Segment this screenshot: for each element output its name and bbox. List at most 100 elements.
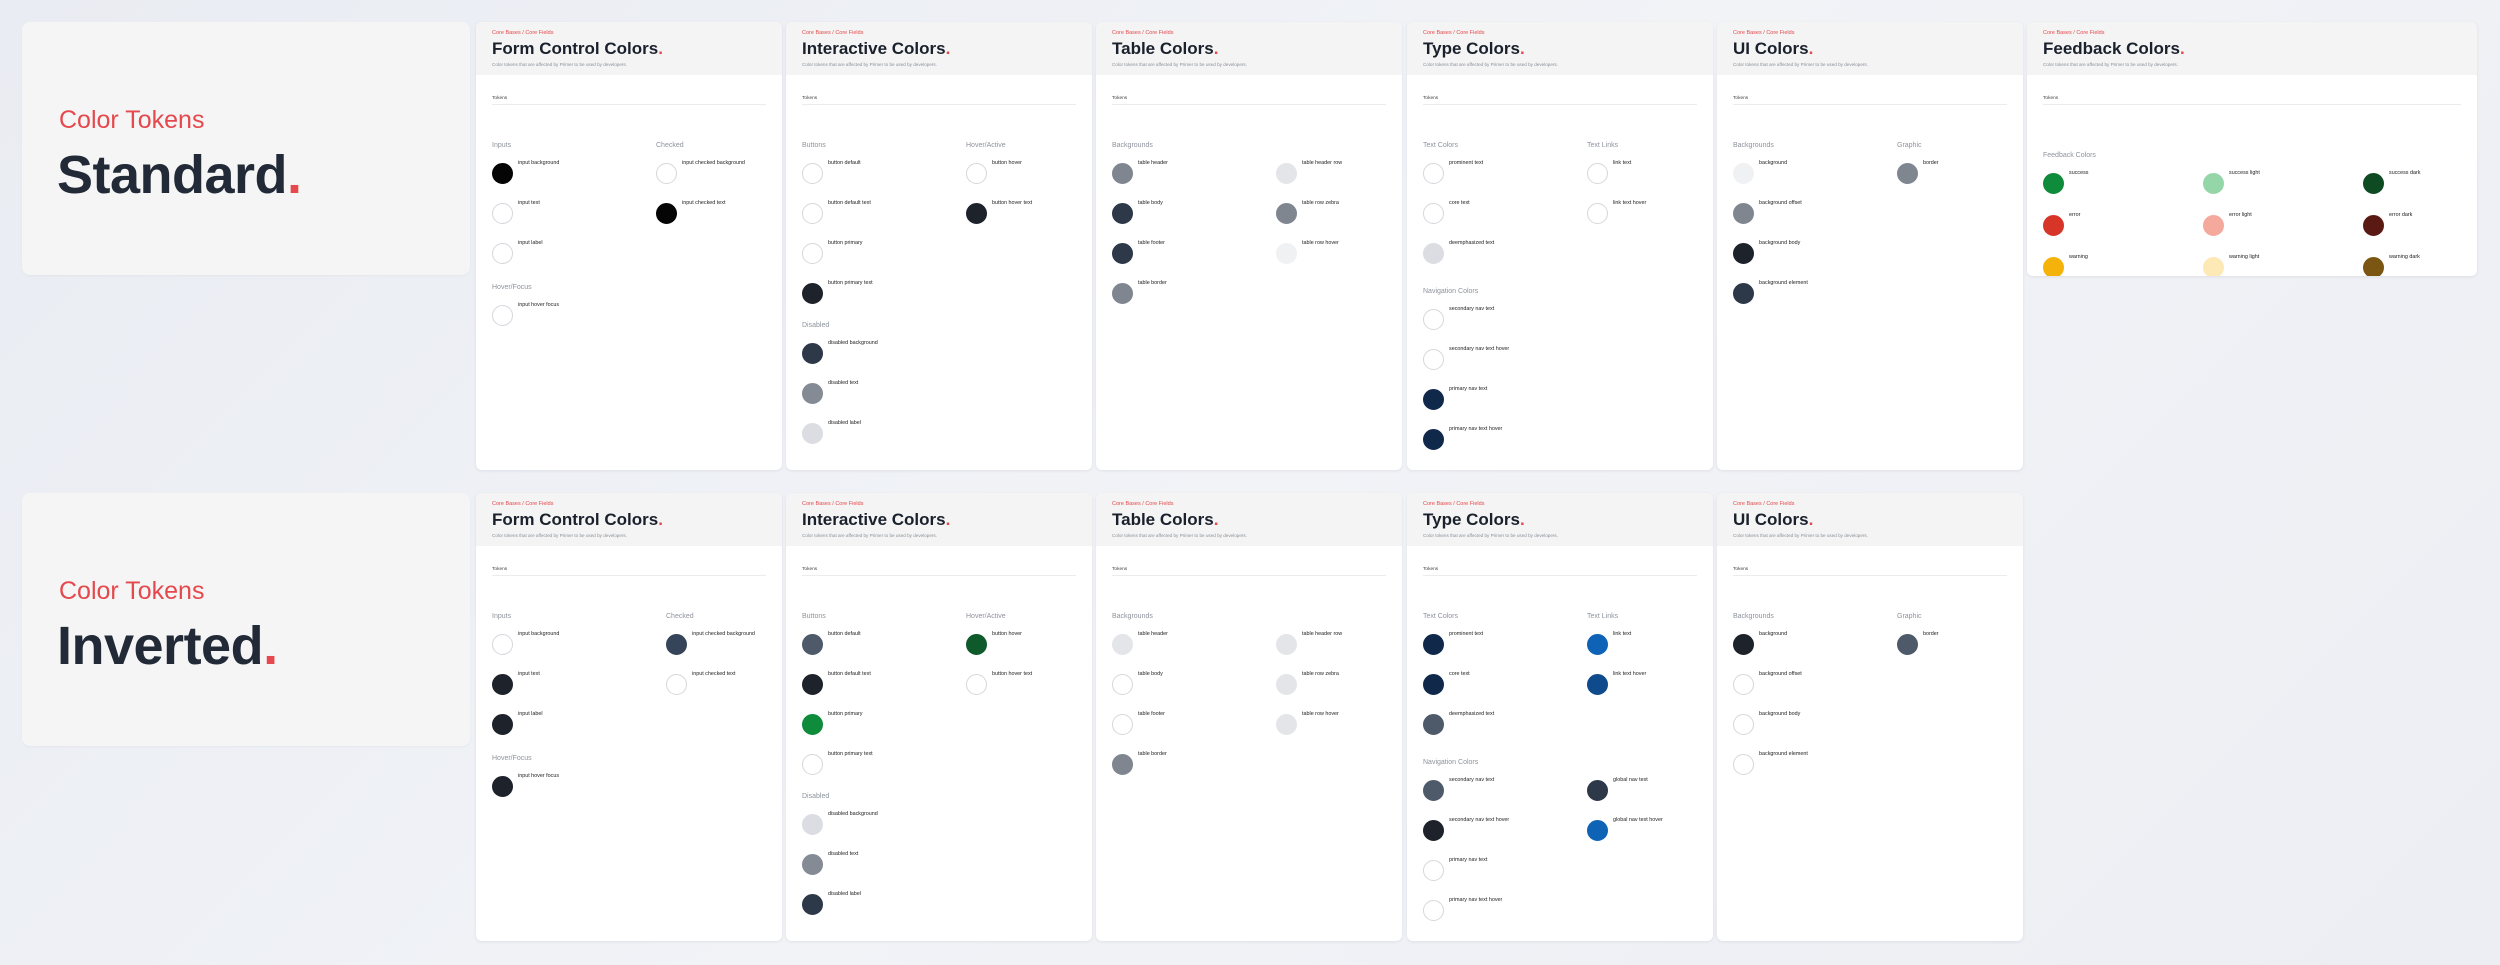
card-title: UI Colors. bbox=[1733, 39, 2007, 59]
card-title-text: Interactive Colors bbox=[802, 510, 946, 529]
token-item: background offset bbox=[1733, 200, 1883, 232]
token-item: table row zebra bbox=[1276, 671, 1402, 703]
accent-dot: . bbox=[1213, 39, 1219, 58]
section-label: Hover/Active bbox=[966, 142, 1006, 149]
color-swatch bbox=[492, 305, 513, 326]
color-swatch bbox=[802, 814, 823, 835]
token-item: prominent text bbox=[1423, 631, 1573, 663]
token-name: button default bbox=[828, 631, 861, 637]
tab-tokens[interactable]: Tokens bbox=[1733, 96, 1748, 101]
hero-standard: Color Tokens Standard. bbox=[22, 22, 470, 275]
breadcrumb[interactable]: Core Bases / Core Fields bbox=[802, 30, 1076, 36]
token-name: error bbox=[2069, 212, 2081, 218]
accent-dot: . bbox=[945, 39, 951, 58]
token-item: success dark bbox=[2363, 170, 2477, 202]
token-name: link text bbox=[1613, 631, 1632, 637]
token-name: secondary nav text hover bbox=[1449, 346, 1510, 352]
token-card: Core Bases / Core Fields Form Control Col… bbox=[476, 493, 782, 941]
token-name: background offset bbox=[1759, 671, 1802, 677]
tab-tokens[interactable]: Tokens bbox=[1112, 567, 1127, 572]
color-swatch bbox=[1423, 163, 1444, 184]
token-item: button hover bbox=[966, 631, 1092, 663]
color-swatch bbox=[1733, 163, 1754, 184]
section-label: Navigation Colors bbox=[1423, 288, 1479, 295]
token-item: button primary bbox=[802, 711, 952, 743]
tab-tokens[interactable]: Tokens bbox=[1423, 567, 1438, 572]
card-title: Table Colors. bbox=[1112, 39, 1386, 59]
token-name: primary nav text hover bbox=[1449, 426, 1503, 432]
card-subtitle: Color tokens that are affected by Primer… bbox=[1733, 62, 1868, 67]
token-item: button hover text bbox=[966, 671, 1092, 703]
token-item: disabled text bbox=[802, 851, 952, 883]
token-name: input checked background bbox=[682, 160, 745, 166]
token-item: disabled text bbox=[802, 380, 952, 412]
color-swatch bbox=[802, 163, 823, 184]
color-swatch bbox=[1276, 714, 1297, 735]
breadcrumb[interactable]: Core Bases / Core Fields bbox=[1733, 501, 2007, 507]
card-title: Form Control Colors. bbox=[492, 510, 766, 530]
token-item: background offset bbox=[1733, 671, 1883, 703]
tab-tokens[interactable]: Tokens bbox=[802, 96, 817, 101]
tab-tokens[interactable]: Tokens bbox=[1112, 96, 1127, 101]
color-swatch bbox=[1276, 203, 1297, 224]
card-header: Core Bases / Core Fields Feedback Colors.… bbox=[2027, 22, 2477, 75]
breadcrumb[interactable]: Core Bases / Core Fields bbox=[802, 501, 1076, 507]
color-swatch bbox=[1276, 243, 1297, 264]
tab-tokens[interactable]: Tokens bbox=[2043, 96, 2058, 101]
token-name: input checked background bbox=[692, 631, 755, 637]
color-swatch bbox=[1423, 389, 1444, 410]
card-title: UI Colors. bbox=[1733, 510, 2007, 530]
color-swatch bbox=[1587, 163, 1608, 184]
token-name: success dark bbox=[2389, 170, 2421, 176]
token-item: warning bbox=[2043, 254, 2193, 276]
tab-tokens[interactable]: Tokens bbox=[492, 567, 507, 572]
breadcrumb[interactable]: Core Bases / Core Fields bbox=[1112, 501, 1386, 507]
breadcrumb[interactable]: Core Bases / Core Fields bbox=[492, 501, 766, 507]
token-item: disabled background bbox=[802, 811, 952, 843]
token-name: button primary bbox=[828, 711, 863, 717]
token-item: table footer bbox=[1112, 711, 1262, 743]
token-name: success bbox=[2069, 170, 2089, 176]
token-name: background bbox=[1759, 160, 1788, 166]
tab-tokens[interactable]: Tokens bbox=[1733, 567, 1748, 572]
token-name: background bbox=[1759, 631, 1788, 637]
token-name: warning dark bbox=[2389, 254, 2420, 260]
tab-tokens[interactable]: Tokens bbox=[802, 567, 817, 572]
breadcrumb[interactable]: Core Bases / Core Fields bbox=[1423, 30, 1697, 36]
card-subtitle: Color tokens that are affected by Primer… bbox=[802, 533, 937, 538]
breadcrumb[interactable]: Core Bases / Core Fields bbox=[1423, 501, 1697, 507]
token-card: Core Bases / Core Fields UI Colors. Color … bbox=[1717, 493, 2023, 941]
breadcrumb[interactable]: Core Bases / Core Fields bbox=[1112, 30, 1386, 36]
color-swatch bbox=[966, 163, 987, 184]
tab-tokens[interactable]: Tokens bbox=[492, 96, 507, 101]
token-name: error light bbox=[2229, 212, 2252, 218]
token-item: success bbox=[2043, 170, 2193, 202]
token-item: table header bbox=[1112, 160, 1262, 192]
color-swatch bbox=[802, 754, 823, 775]
breadcrumb[interactable]: Core Bases / Core Fields bbox=[1733, 30, 2007, 36]
color-swatch bbox=[1423, 429, 1444, 450]
token-name: disabled text bbox=[828, 380, 859, 386]
token-name: button default bbox=[828, 160, 861, 166]
section-label: Inputs bbox=[492, 613, 512, 620]
section-label: Backgrounds bbox=[1733, 142, 1774, 149]
color-swatch bbox=[1423, 203, 1444, 224]
token-name: background element bbox=[1759, 751, 1808, 757]
token-name: table header row bbox=[1302, 160, 1343, 166]
token-item: button primary bbox=[802, 240, 952, 272]
card-title-text: UI Colors bbox=[1733, 510, 1809, 529]
color-swatch bbox=[1423, 243, 1444, 264]
tab-tokens[interactable]: Tokens bbox=[1423, 96, 1438, 101]
token-item: input background bbox=[492, 631, 642, 663]
card-title-text: Type Colors bbox=[1423, 510, 1520, 529]
color-swatch bbox=[492, 203, 513, 224]
color-swatch bbox=[2363, 257, 2384, 276]
token-name: primary nav text bbox=[1449, 386, 1488, 392]
color-swatch bbox=[2203, 173, 2224, 194]
token-item: primary nav text hover bbox=[1423, 897, 1573, 929]
breadcrumb[interactable]: Core Bases / Core Fields bbox=[2043, 30, 2461, 36]
breadcrumb[interactable]: Core Bases / Core Fields bbox=[492, 30, 766, 36]
section-label: Backgrounds bbox=[1733, 613, 1774, 620]
token-name: link text hover bbox=[1613, 671, 1647, 677]
divider bbox=[492, 104, 766, 105]
